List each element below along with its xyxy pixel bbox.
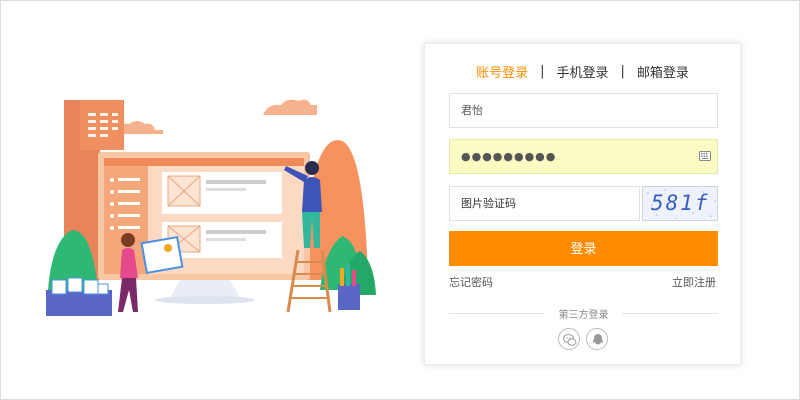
tab-account-login[interactable]: 账号登录 (476, 62, 528, 81)
login-button[interactable]: 登录 (449, 231, 718, 266)
username-field[interactable]: 君怡 (449, 93, 718, 128)
captcha-input[interactable]: 图片验证码 (449, 186, 640, 221)
qq-glyph (593, 334, 603, 345)
wechat-icon[interactable] (558, 328, 580, 350)
tab-separator: | (620, 64, 625, 79)
wechat-glyph (563, 334, 577, 346)
keyboard-icon[interactable] (699, 151, 711, 161)
tab-phone-login[interactable]: 手机登录 (556, 62, 608, 81)
register-link[interactable]: 立即注册 (672, 274, 716, 290)
forgot-password-link[interactable]: 忘记密码 (449, 274, 493, 290)
third-party-label: 第三方登录 (558, 310, 609, 321)
username-value: 君怡 (461, 104, 483, 117)
login-tabs: 账号登录 | 手机登录 | 邮箱登录 (425, 62, 740, 81)
password-value: ●●●●●●●●● (461, 150, 557, 163)
login-card: 账号登录 | 手机登录 | 邮箱登录 君怡 ●●●●●●●●● 图片验证码 58… (424, 43, 741, 365)
password-field[interactable]: ●●●●●●●●● (449, 139, 718, 174)
tab-email-login[interactable]: 邮箱登录 (637, 62, 689, 81)
tab-separator: | (540, 64, 545, 79)
qq-icon[interactable] (586, 328, 608, 350)
third-party-divider: 第三方登录 (449, 306, 718, 321)
captcha-placeholder: 图片验证码 (461, 197, 516, 210)
hero-illustration (46, 99, 376, 316)
captcha-image[interactable]: 581f (642, 186, 718, 221)
captcha-code: 581f (651, 191, 710, 215)
